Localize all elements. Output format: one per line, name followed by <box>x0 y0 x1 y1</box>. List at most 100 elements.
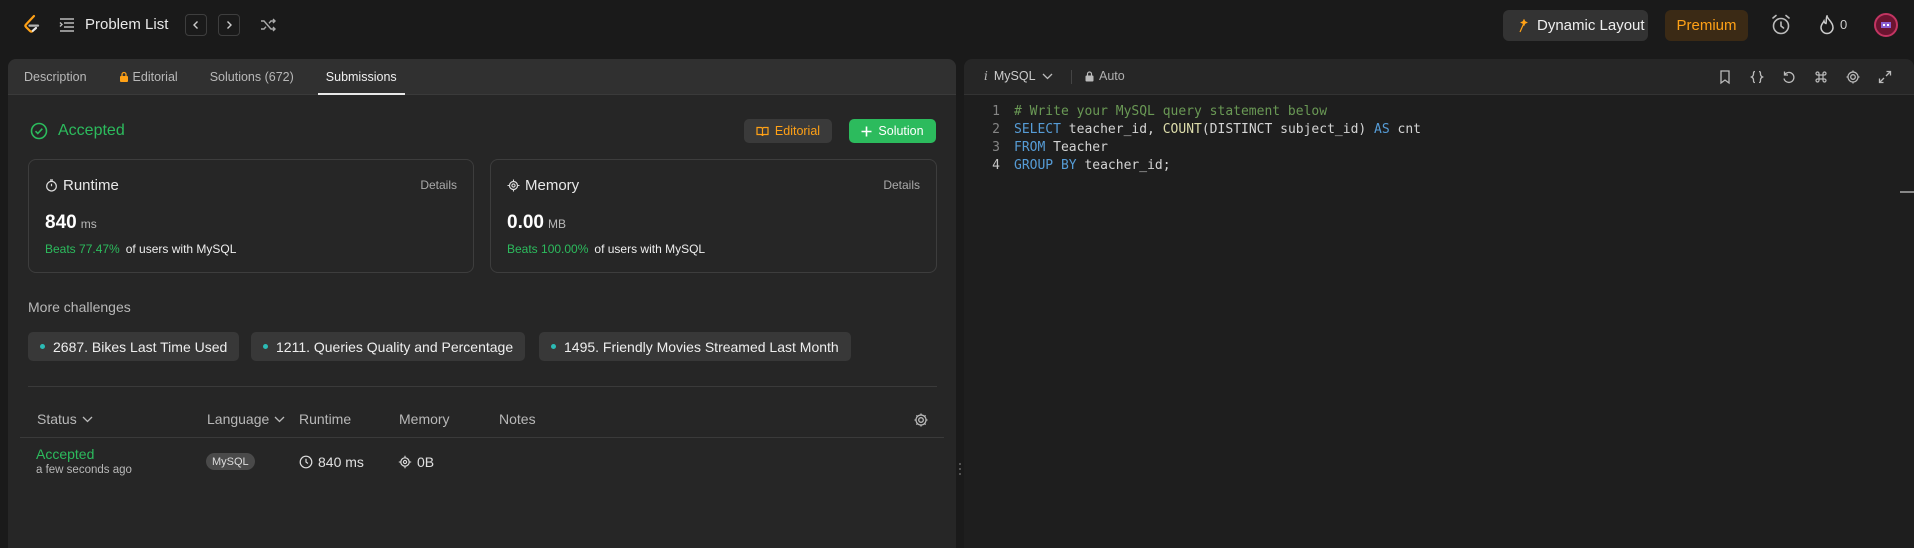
avatar[interactable] <box>1874 13 1898 37</box>
dynamic-layout-button[interactable]: Dynamic Layout <box>1503 10 1648 41</box>
tab-submissions[interactable]: Submissions <box>317 59 405 95</box>
info-icon: i <box>984 69 988 83</box>
tab-label: Editorial <box>132 69 178 84</box>
challenge-chip[interactable]: 1211. Queries Quality and Percentage <box>251 332 526 361</box>
problem-list-link[interactable]: Problem List <box>85 16 168 33</box>
scrollbar-marker[interactable] <box>1900 191 1914 193</box>
premium-button[interactable]: Premium <box>1665 10 1748 41</box>
code-text: # Write your MySQL query statement below <box>1014 104 1328 119</box>
line-number: 4 <box>992 158 1000 173</box>
book-icon <box>756 126 769 136</box>
runtime-beats-suffix: of users with MySQL <box>125 242 237 256</box>
result-status: Accepted <box>58 122 125 139</box>
code-text: GROUP BY teacher_id; <box>1014 158 1171 173</box>
challenge-label: 1495. Friendly Movies Streamed Last Mont… <box>564 338 839 355</box>
memory-unit: MB <box>547 217 566 231</box>
tab-editorial[interactable]: Editorial <box>111 59 186 94</box>
column-header-status[interactable]: Status <box>37 411 93 427</box>
code-line: 4 GROUP BY teacher_id; <box>964 158 1170 176</box>
column-header-notes: Notes <box>499 411 536 427</box>
fullscreen-icon[interactable] <box>1877 69 1893 85</box>
memory-title-text: Memory <box>525 177 580 194</box>
flame-icon[interactable] <box>1818 15 1836 35</box>
code-line: 2 SELECT teacher_id, COUNT(DISTINCT subj… <box>964 122 1421 140</box>
sparkle-icon <box>1519 18 1528 32</box>
next-problem-button[interactable] <box>218 14 240 36</box>
solution-button[interactable]: Solution <box>849 119 936 143</box>
language-value: MySQL <box>993 69 1036 83</box>
dynamic-layout-label: Dynamic Layout <box>1537 17 1645 34</box>
top-navbar: Problem List Dynamic Layout Premium 0 <box>0 0 1914 50</box>
divider <box>20 437 944 438</box>
clock-icon <box>299 455 313 469</box>
leetcode-logo-icon[interactable] <box>20 13 44 37</box>
memory-beats: Beats 100.00% of users with MySQL <box>507 242 705 256</box>
check-circle-icon <box>30 122 48 140</box>
language-selector[interactable]: i MySQL <box>984 69 1053 83</box>
tab-label: Submissions <box>325 69 397 84</box>
runtime-card[interactable]: Runtime Details 840 ms Beats 77.47% of use… <box>28 159 474 273</box>
bookmark-icon[interactable] <box>1717 69 1733 85</box>
code-editor-panel: i MySQL Auto 1 # Write your MySQL query … <box>964 59 1914 548</box>
chip-icon <box>507 179 520 192</box>
runtime-unit: ms <box>80 217 97 231</box>
gear-icon[interactable] <box>913 412 929 428</box>
submission-runtime-value: 840 ms <box>318 454 364 470</box>
alarm-clock-icon[interactable] <box>1769 13 1793 37</box>
runtime-title-text: Runtime <box>63 177 119 194</box>
chevron-down-icon <box>274 416 285 422</box>
challenge-label: 1211. Queries Quality and Percentage <box>276 338 514 355</box>
code-editor[interactable]: 1 # Write your MySQL query statement bel… <box>964 95 1914 548</box>
streak-count: 0 <box>1840 17 1848 32</box>
auto-mode-label: Auto <box>1099 69 1125 83</box>
editorial-button[interactable]: Editorial <box>744 119 832 143</box>
language-badge: MySQL <box>206 453 255 470</box>
line-number: 2 <box>992 122 1000 137</box>
header-label: Status <box>37 411 77 427</box>
shuffle-icon[interactable] <box>258 15 278 35</box>
header-label: Language <box>207 411 270 427</box>
challenge-label: 2687. Bikes Last Time Used <box>53 338 228 355</box>
prev-problem-button[interactable] <box>185 14 207 36</box>
column-header-memory: Memory <box>399 411 450 427</box>
runtime-number: 840 <box>45 212 77 233</box>
panel-resize-handle[interactable] <box>958 461 962 477</box>
settings-gear-icon[interactable] <box>1845 69 1861 85</box>
problem-list-icon[interactable] <box>58 16 76 34</box>
code-line: 3 FROM Teacher <box>964 140 1108 158</box>
submission-status-link[interactable]: Accepted <box>36 446 94 462</box>
tab-label: Description <box>24 69 87 84</box>
format-code-icon[interactable] <box>1749 69 1765 85</box>
header-label: Runtime <box>299 411 352 427</box>
command-icon[interactable] <box>1813 69 1829 85</box>
chevron-down-icon <box>82 416 93 422</box>
runtime-beats-pct: Beats 77.47% <box>45 242 120 256</box>
submission-time: a few seconds ago <box>36 464 132 476</box>
memory-card[interactable]: Memory Details 0.00 MB Beats 100.00% of us… <box>490 159 937 273</box>
divider <box>1071 70 1072 84</box>
memory-number: 0.00 <box>507 212 544 233</box>
runtime-beats: Beats 77.47% of users with MySQL <box>45 242 236 256</box>
challenge-chip[interactable]: 1495. Friendly Movies Streamed Last Mont… <box>539 332 851 361</box>
tab-solutions[interactable]: Solutions (672) <box>202 59 302 94</box>
reset-icon[interactable] <box>1781 69 1797 85</box>
memory-value: 0.00 MB <box>507 212 566 234</box>
solution-button-label: Solution <box>878 124 924 138</box>
auto-mode-toggle[interactable]: Auto <box>1085 69 1125 83</box>
challenge-chip[interactable]: 2687. Bikes Last Time Used <box>28 332 240 361</box>
lock-icon <box>119 71 128 82</box>
chevron-down-icon <box>1042 73 1052 79</box>
column-header-language[interactable]: Language <box>207 411 285 427</box>
code-line: 1 # Write your MySQL query statement bel… <box>964 104 1327 122</box>
bullet-dot-icon <box>40 344 45 349</box>
code-text: FROM Teacher <box>1014 140 1108 155</box>
runtime-value: 840 ms <box>45 212 97 234</box>
runtime-details-link[interactable]: Details <box>420 178 457 192</box>
tab-description[interactable]: Description <box>24 59 95 94</box>
submission-memory: 0B <box>398 454 434 470</box>
memory-beats-suffix: of users with MySQL <box>594 242 706 256</box>
memory-details-link[interactable]: Details <box>883 178 920 192</box>
chip-icon <box>398 455 412 469</box>
left-panel: Description Editorial Solutions (672) Su… <box>8 59 956 548</box>
header-label: Memory <box>399 411 450 427</box>
